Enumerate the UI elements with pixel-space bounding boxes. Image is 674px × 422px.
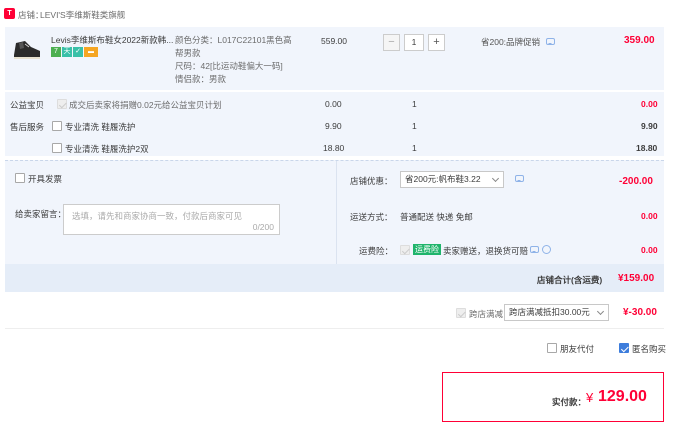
insurance-checkbox bbox=[400, 245, 410, 255]
service-text: 成交后卖家将捐赠0.02元给公益宝贝计划 bbox=[69, 100, 222, 110]
quantity-stepper: − 1 + bbox=[383, 34, 447, 51]
cross-store-row: 跨店满减 跨店满减抵扣30.00元 ¥-30.00 bbox=[5, 293, 664, 329]
service-price: 18.80 bbox=[323, 143, 345, 153]
friend-pay-checkbox[interactable] bbox=[547, 343, 557, 353]
service-text: 专业清洗 鞋履洗护 bbox=[65, 122, 136, 132]
service-text: 专业清洗 鞋履洗护2双 bbox=[65, 144, 149, 154]
shop-total-label: 店铺合计(含运费) bbox=[537, 275, 603, 285]
attr-color-cont: 帮男款 bbox=[175, 48, 201, 58]
seven-day-icon: 7 bbox=[51, 47, 61, 57]
chevron-down-icon bbox=[596, 307, 605, 316]
shop-total-value: ¥159.00 bbox=[618, 273, 655, 284]
pay-amount: 129.00 bbox=[598, 388, 647, 405]
service-price: 0.00 bbox=[325, 99, 342, 109]
service-price: 9.90 bbox=[325, 121, 342, 131]
shipping-value: 普通配送 快递 免邮 bbox=[400, 212, 473, 222]
quantity-input[interactable]: 1 bbox=[404, 34, 424, 51]
shop-name[interactable]: LEVI'S李维斯鞋类旗舰 bbox=[40, 9, 125, 21]
shop-discount-label: 店铺优惠： bbox=[350, 176, 393, 186]
service-row: 专业清洗 鞋履洗护2双 18.80 1 18.80 bbox=[5, 142, 664, 156]
shop-total-row: 店铺合计(含运费) ¥159.00 bbox=[5, 264, 664, 292]
attr-color: 颜色分类：L017C22101黑色高 bbox=[175, 35, 292, 45]
product-image[interactable] bbox=[11, 33, 43, 63]
charity-checkbox bbox=[57, 99, 67, 109]
card-icon: ▬ bbox=[84, 47, 98, 57]
column-divider bbox=[336, 161, 337, 265]
message-textarea[interactable]: 选填，请先和商家协商一致，付款后商家可见 0/200 bbox=[63, 204, 280, 235]
shop-discount-value: 省200元:帆布鞋3.22 bbox=[405, 174, 481, 184]
tmall-icon: T bbox=[4, 8, 15, 19]
message-counter: 0/200 bbox=[252, 222, 274, 232]
item-title[interactable]: Levis李维斯布鞋女2022新款韩... bbox=[51, 34, 173, 46]
washing2-checkbox[interactable] bbox=[52, 143, 62, 153]
services-block: 公益宝贝 成交后卖家将捐赠0.02元给公益宝贝计划 0.00 1 0.00 售后… bbox=[5, 92, 664, 156]
washing-checkbox[interactable] bbox=[52, 121, 62, 131]
promo-chat-icon[interactable] bbox=[546, 38, 555, 45]
anonymous-label: 匿名购买 bbox=[632, 344, 667, 354]
message-label: 给卖家留言： bbox=[15, 209, 67, 219]
item-total: 359.00 bbox=[624, 35, 655, 46]
service-qty: 1 bbox=[412, 143, 417, 153]
service-total: 18.80 bbox=[636, 143, 658, 153]
item-promo: 省200:品牌促销 bbox=[481, 37, 541, 47]
message-placeholder: 选填，请先和商家协商一致，付款后商家可见 bbox=[72, 211, 243, 221]
insurance-label: 运费险： bbox=[359, 246, 394, 256]
anonymous-checkbox[interactable] bbox=[619, 343, 629, 353]
service-row: 公益宝贝 成交后卖家将捐赠0.02元给公益宝贝计划 0.00 1 0.00 bbox=[5, 98, 664, 112]
service-qty: 1 bbox=[412, 121, 417, 131]
info-icon[interactable] bbox=[542, 245, 551, 254]
decrease-button[interactable]: − bbox=[383, 34, 400, 51]
insurance-chat-icon[interactable] bbox=[530, 246, 539, 253]
insurance-text: 卖家赠送，退换货可赔 bbox=[443, 246, 529, 256]
item-badges: 7 天 ✓ ▬ bbox=[51, 47, 98, 57]
pay-box: 实付款： ¥ 129.00 bbox=[442, 372, 664, 422]
cross-store-label: 跨店满减 bbox=[469, 309, 504, 319]
service-category: 公益宝贝 bbox=[10, 100, 45, 110]
chevron-down-icon bbox=[491, 174, 500, 183]
service-total: 0.00 bbox=[641, 99, 658, 109]
insurance-tag: 运费险 bbox=[413, 244, 441, 255]
insurance-amount: 0.00 bbox=[641, 245, 658, 255]
item-attrs: 颜色分类：L017C22101黑色高 帮男款 尺码：42[比运动鞋偏大一码] 情… bbox=[175, 34, 292, 86]
cross-store-select[interactable]: 跨店满减抵扣30.00元 bbox=[504, 304, 609, 321]
shop-discount-amount: -200.00 bbox=[619, 176, 653, 187]
invoice-label: 开具发票 bbox=[28, 174, 63, 184]
service-category: 售后服务 bbox=[10, 122, 45, 132]
service-total: 9.90 bbox=[641, 121, 658, 131]
increase-button[interactable]: + bbox=[428, 34, 445, 51]
order-options: 开具发票 给卖家留言： 选填，请先和商家协商一致，付款后商家可见 0/200 店… bbox=[5, 160, 664, 265]
pay-label: 实付款： bbox=[552, 397, 587, 407]
attr-couple: 情侣款：男款 bbox=[175, 74, 227, 84]
shop-discount-select[interactable]: 省200元:帆布鞋3.22 bbox=[400, 171, 504, 188]
friend-pay-label: 朋友代付 bbox=[560, 344, 595, 354]
day-icon: 天 bbox=[62, 47, 72, 57]
cross-store-checkbox bbox=[456, 308, 466, 318]
shipping-label: 运送方式： bbox=[350, 212, 393, 222]
attr-size: 尺码：42[比运动鞋偏大一码] bbox=[175, 61, 283, 71]
item-price: 559.00 bbox=[321, 36, 347, 46]
item-row: Levis李维斯布鞋女2022新款韩... 7 天 ✓ ▬ 颜色分类：L017C… bbox=[5, 27, 664, 91]
cross-store-value: 跨店满减抵扣30.00元 bbox=[509, 307, 590, 317]
service-qty: 1 bbox=[412, 99, 417, 109]
shop-header: T 店铺： LEVI'S李维斯鞋类旗舰 bbox=[0, 0, 674, 26]
cross-store-amount: ¥-30.00 bbox=[623, 307, 657, 318]
shipping-amount: 0.00 bbox=[641, 211, 658, 221]
invoice-checkbox[interactable] bbox=[15, 173, 25, 183]
discount-chat-icon[interactable] bbox=[515, 175, 524, 182]
pay-currency: ¥ bbox=[586, 390, 594, 405]
service-row: 售后服务 专业清洗 鞋履洗护 9.90 1 9.90 bbox=[5, 120, 664, 134]
guarantee-icon: ✓ bbox=[73, 47, 83, 57]
